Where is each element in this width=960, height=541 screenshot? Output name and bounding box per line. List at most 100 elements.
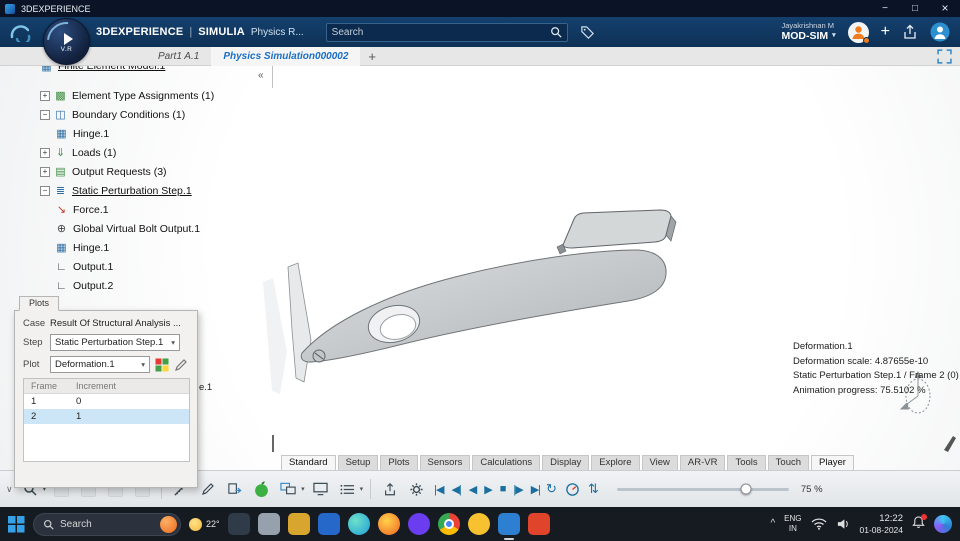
panel-scroll-icon[interactable]: ∨ (6, 484, 13, 495)
maximize-button[interactable]: □ (900, 0, 930, 17)
tree-item-static-perturbation-step[interactable]: − ≣ Static Perturbation Step.1 (40, 181, 290, 200)
tree-item-label[interactable]: Element Type Assignments (1) (72, 90, 214, 102)
3ds-logo-icon[interactable] (8, 22, 34, 42)
stylus-icon[interactable] (944, 436, 956, 452)
chevron-down-icon[interactable]: ▾ (360, 485, 364, 493)
export-tool-icon[interactable] (223, 478, 246, 501)
tree-expand-toggle[interactable]: − (40, 109, 50, 120)
tree-item-label[interactable]: Boundary Conditions (1) (72, 109, 185, 121)
model-part[interactable] (300, 249, 667, 363)
taskbar-search[interactable]: Search (33, 512, 181, 536)
stop-button[interactable]: ■ (498, 483, 508, 495)
search-highlight-icon[interactable] (160, 515, 177, 533)
minimize-button[interactable]: − (870, 0, 900, 17)
new-tab-button[interactable]: + (360, 49, 384, 64)
table-row-selected[interactable]: 2 1 (24, 409, 189, 424)
tree-item-element-types[interactable]: + ▩ Element Type Assignments (1) (40, 86, 290, 105)
tree-item-hinge-2[interactable]: ▦ Hinge.1 (55, 238, 290, 257)
loop-button[interactable]: ↻ (546, 481, 557, 497)
taskbar-red-app-icon[interactable] (527, 513, 550, 535)
settings-gear-icon[interactable] (405, 478, 428, 501)
tab-view[interactable]: View (641, 455, 678, 470)
tab-player[interactable]: Player (811, 455, 854, 470)
speed-gauge-icon[interactable] (561, 478, 584, 501)
taskbar-blue-app-icon[interactable] (317, 513, 340, 535)
taskbar-files-icon[interactable] (287, 513, 310, 535)
tab-sensors[interactable]: Sensors (419, 455, 471, 470)
tab-ar-vr[interactable]: AR-VR (679, 455, 726, 470)
share-icon[interactable] (902, 24, 918, 40)
volume-icon[interactable] (836, 518, 851, 530)
copilot-icon[interactable] (934, 514, 952, 533)
notification-bell[interactable] (912, 513, 927, 532)
tree-item-label[interactable]: Loads (1) (72, 147, 116, 159)
tab-calculations[interactable]: Calculations (472, 455, 541, 470)
tab-part1[interactable]: Part1 A.1 (146, 47, 211, 66)
tree-item-output-2[interactable]: ∟ Output.2 (55, 276, 290, 295)
tree-item-label[interactable]: Force.1 (73, 204, 109, 216)
tree-item-label[interactable]: Hinge.1 (73, 128, 109, 140)
avatar[interactable] (847, 21, 870, 44)
tree-item-boundary-conditions[interactable]: − ◫ Boundary Conditions (1) (40, 105, 290, 124)
plot-select[interactable]: Deformation.1 ▾ (50, 356, 150, 373)
table-row[interactable]: 1 0 (24, 394, 189, 409)
tree-item-global-virtual-bolt-output[interactable]: ⊕ Global Virtual Bolt Output.1 (55, 219, 290, 238)
tree-item-loads[interactable]: + ⇓ Loads (1) (40, 143, 290, 162)
language-indicator[interactable]: ENG IN (784, 514, 801, 533)
tree-collapse-icon[interactable]: « (258, 70, 264, 81)
model-tab[interactable] (562, 209, 672, 249)
hidden-icons-chevron[interactable]: ^ (770, 518, 775, 529)
tree-item-output-requests[interactable]: + ▤ Output Requests (3) (40, 162, 290, 181)
case-value[interactable]: Result Of Structural Analysis ... (50, 318, 181, 329)
screen-icon[interactable] (309, 478, 332, 501)
play-button[interactable]: ▶ (482, 483, 493, 496)
fullscreen-icon[interactable] (937, 48, 952, 64)
taskbar-firefox-icon[interactable] (377, 513, 400, 535)
taskbar-clock[interactable]: 12:22 01-08-2024 (860, 513, 903, 535)
taskbar-active-app-icon[interactable] (497, 513, 520, 535)
close-button[interactable]: × (930, 0, 960, 17)
tree-expand-toggle[interactable]: + (40, 166, 50, 177)
taskbar-purple-app-icon[interactable] (407, 513, 430, 535)
start-button[interactable] (8, 515, 25, 533)
help-account-icon[interactable] (930, 22, 950, 42)
tree-expand-toggle[interactable]: − (40, 185, 50, 196)
tree-item-output-1[interactable]: ∟ Output.1 (55, 257, 290, 276)
tab-setup[interactable]: Setup (337, 455, 379, 470)
wifi-icon[interactable] (811, 518, 827, 530)
tab-plots[interactable]: Plots (380, 455, 418, 470)
tree-item-label[interactable]: Global Virtual Bolt Output.1 (73, 223, 200, 235)
step-backward-button[interactable]: ◀| (449, 483, 462, 496)
plots-panel-tab[interactable]: Plots (19, 296, 60, 311)
taskbar-display-app-icon[interactable] (227, 513, 250, 535)
add-app-button[interactable]: + (881, 24, 890, 40)
tree-item-hinge[interactable]: ▦ Hinge.1 (55, 124, 290, 143)
play-backward-button[interactable]: ◀ (467, 483, 478, 496)
dual-view-icon[interactable] (277, 478, 300, 501)
tree-expand-toggle[interactable]: + (40, 147, 50, 158)
taskbar-edge-icon[interactable] (347, 513, 370, 535)
tree-item-label[interactable]: Output.1 (73, 261, 113, 273)
tab-standard[interactable]: Standard (281, 455, 336, 470)
tree-item-force[interactable]: ↘ Force.1 (55, 200, 290, 219)
model-blade[interactable] (287, 262, 312, 383)
step-forward-button[interactable]: |▶ (511, 483, 524, 496)
taskbar-yellow-app-icon[interactable] (467, 513, 490, 535)
plot-grid-icon[interactable] (155, 358, 169, 372)
taskbar-chrome-icon[interactable] (437, 513, 460, 535)
tab-touch[interactable]: Touch (767, 455, 810, 470)
edit-tool-icon[interactable] (196, 478, 219, 501)
user-workspace-menu[interactable]: Jayakrishnan M MOD-SIM ▾ (781, 21, 835, 43)
slider-knob[interactable] (740, 483, 752, 495)
tree-item-label[interactable]: Output.2 (73, 280, 113, 292)
search-input[interactable] (331, 26, 550, 38)
chevron-down-icon[interactable]: ▾ (301, 485, 305, 493)
tree-item-clipped[interactable]: ▦ Finite Element Model.1 (40, 66, 165, 74)
tab-physics-simulation[interactable]: Physics Simulation000002 (211, 46, 361, 66)
physics-results-app-icon[interactable] (250, 478, 273, 501)
model-screw[interactable] (312, 349, 326, 363)
taskbar-settings-icon[interactable] (257, 513, 280, 535)
range-updown-icon[interactable]: ⇅ (588, 481, 599, 497)
list-view-icon[interactable] (336, 478, 359, 501)
animation-progress-slider[interactable] (616, 483, 789, 495)
